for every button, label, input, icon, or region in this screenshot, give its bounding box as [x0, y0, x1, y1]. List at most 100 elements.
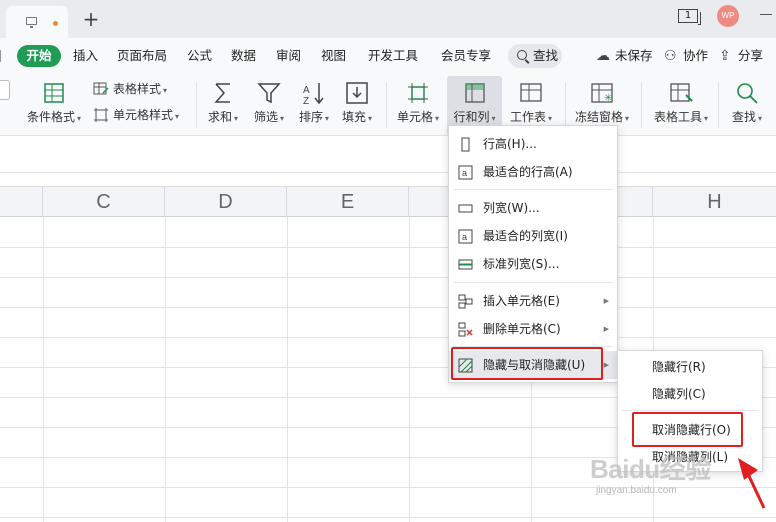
grid-col-line: [43, 217, 44, 522]
menu-item-delete-cells[interactable]: 删除单元格(C) ▶: [449, 315, 617, 343]
col-width-label: 列宽(W)...: [483, 201, 540, 215]
row-col-icon: [464, 83, 485, 103]
submenu-arrow-icon: ▶: [603, 297, 609, 305]
grid-row-line: [0, 277, 776, 278]
ribbon-separator: [565, 82, 566, 128]
cell-label: 单元格: [396, 110, 433, 124]
table-tools-icon: [670, 83, 693, 102]
ribbon-separator: [386, 82, 387, 128]
collaborate-button[interactable]: 协作: [683, 38, 708, 74]
cell-style-label: 单元格样式: [113, 108, 174, 122]
row-height-icon: [461, 137, 470, 152]
menu-separator: [622, 410, 758, 411]
tab-data[interactable]: 数据: [231, 38, 256, 74]
freeze-icon: ✳: [591, 83, 613, 104]
autofit-icon: a: [458, 229, 473, 244]
submenu-arrow-icon: ▶: [603, 361, 609, 369]
sheet-gap: [0, 173, 776, 186]
cond-format-button[interactable]: 条件格式 ▾: [22, 74, 86, 136]
grid-icon: [44, 83, 64, 103]
tab-developer[interactable]: 开发工具: [368, 38, 418, 74]
insert-cells-label: 插入单元格(E): [483, 294, 560, 308]
tab-insert[interactable]: 插入: [73, 38, 98, 74]
tab-view[interactable]: 视图: [321, 38, 346, 74]
user-icon: ⚇: [664, 48, 677, 64]
grid-row-line: [0, 307, 776, 308]
watermark-brand: Baidu经验: [590, 454, 711, 484]
minimize-icon[interactable]: [760, 14, 772, 15]
table-style-button[interactable]: 表格样式 ▾: [93, 80, 183, 98]
monitor-icon: [26, 17, 37, 28]
share-button[interactable]: 分享: [738, 38, 763, 74]
table-style-label: 表格样式: [113, 82, 162, 96]
menu-item-hide-rows[interactable]: 隐藏行(R): [618, 354, 762, 381]
ribbon-left-stub[interactable]: [0, 80, 10, 100]
column-header-e[interactable]: E: [287, 187, 409, 217]
std-width-icon: [458, 259, 473, 270]
sort-icon: AZ: [303, 83, 324, 106]
table-tools-label: 表格工具: [653, 110, 702, 124]
filter-button[interactable]: 筛选 ▾: [249, 74, 289, 136]
row-height-label: 行高(H)...: [483, 137, 537, 151]
insert-cells-icon: [458, 294, 473, 309]
cell-button[interactable]: 单元格 ▾: [392, 74, 444, 136]
fill-button[interactable]: 填充 ▾: [337, 74, 377, 136]
menu-item-row-height[interactable]: 行高(H)...: [449, 130, 617, 158]
menu-item-best-col-width[interactable]: a 最适合的列宽(I): [449, 222, 617, 250]
best-col-width-label: 最适合的列宽(I): [483, 229, 568, 243]
new-tab-button[interactable]: +: [80, 8, 102, 30]
menu-item-std-col-width[interactable]: 标准列宽(S)...: [449, 250, 617, 278]
worksheet-label: 工作表: [509, 110, 546, 124]
column-header-c[interactable]: C: [43, 187, 165, 217]
fill-icon: [346, 82, 368, 104]
menu-item-hide-cols[interactable]: 隐藏列(C): [618, 381, 762, 408]
tab-formulas[interactable]: 公式: [187, 38, 212, 74]
tab-start[interactable]: 开始: [17, 45, 61, 67]
table-style-icon: [93, 82, 109, 95]
watermark: Baidu经验 jingyan.baidu.com: [590, 447, 740, 507]
hide-rows-label: 隐藏行(R): [652, 360, 706, 374]
search-button[interactable]: 查找: [508, 44, 562, 68]
sum-button[interactable]: 求和 ▾: [203, 74, 243, 136]
menu-item-col-width[interactable]: 列宽(W)...: [449, 194, 617, 222]
sort-label: 排序: [298, 110, 323, 124]
grid-col-line: [409, 217, 410, 522]
tab-page-layout[interactable]: 页面布局: [117, 38, 167, 74]
delete-cells-label: 删除单元格(C): [483, 322, 561, 336]
share-icon: ⇪: [719, 48, 731, 64]
sigma-icon: [214, 83, 230, 103]
cell-style-button[interactable]: 单元格样式 ▾: [93, 106, 193, 124]
spreadsheet-app: + 1 WP 开始 插入 页面布局 公式 数据 审阅 视图 开发工具 会员专享 …: [0, 0, 776, 522]
ribbon-separator: [196, 82, 197, 128]
filter-label: 筛选: [253, 110, 278, 124]
table-tools-button[interactable]: 表格工具 ▾: [648, 74, 714, 136]
document-tab[interactable]: [6, 6, 68, 38]
column-header-b[interactable]: [0, 187, 43, 217]
find-button[interactable]: 查找 ▾: [724, 74, 770, 136]
svg-text:a: a: [462, 232, 467, 242]
submenu-arrow-icon: ▶: [603, 325, 609, 333]
avatar[interactable]: WP: [717, 5, 739, 27]
column-header-row: C D E H: [0, 186, 776, 217]
menu-item-insert-cells[interactable]: 插入单元格(E) ▶: [449, 287, 617, 315]
page-indicator[interactable]: 1: [678, 9, 701, 25]
sum-label: 求和: [207, 110, 232, 124]
ribbon-separator: [718, 82, 719, 128]
menu-overflow-icon[interactable]: [0, 50, 4, 62]
formula-bar[interactable]: [0, 137, 776, 173]
best-row-height-label: 最适合的行高(A): [483, 165, 573, 179]
ribbon-toolbar: 条件格式 ▾ 表格样式 ▾ 单元格样式 ▾ 求和 ▾ 筛选 ▾ AZ 排序 ▾ 填充 ▾: [0, 74, 776, 136]
tab-review[interactable]: 审阅: [276, 38, 301, 74]
column-header-h[interactable]: H: [653, 187, 776, 217]
unsaved-button[interactable]: 未保存: [615, 38, 653, 74]
cell-style-icon: [94, 108, 108, 122]
delete-cells-icon: [458, 322, 473, 337]
watermark-url: jingyan.baidu.com: [596, 485, 677, 496]
grid-row-line: [0, 247, 776, 248]
autofit-icon: a: [458, 165, 473, 180]
menu-item-best-row-height[interactable]: a 最适合的行高(A): [449, 158, 617, 186]
search-icon: [517, 50, 527, 60]
column-header-d[interactable]: D: [165, 187, 287, 217]
tab-member[interactable]: 会员专享: [441, 38, 491, 74]
sort-button[interactable]: AZ 排序 ▾: [294, 74, 334, 136]
